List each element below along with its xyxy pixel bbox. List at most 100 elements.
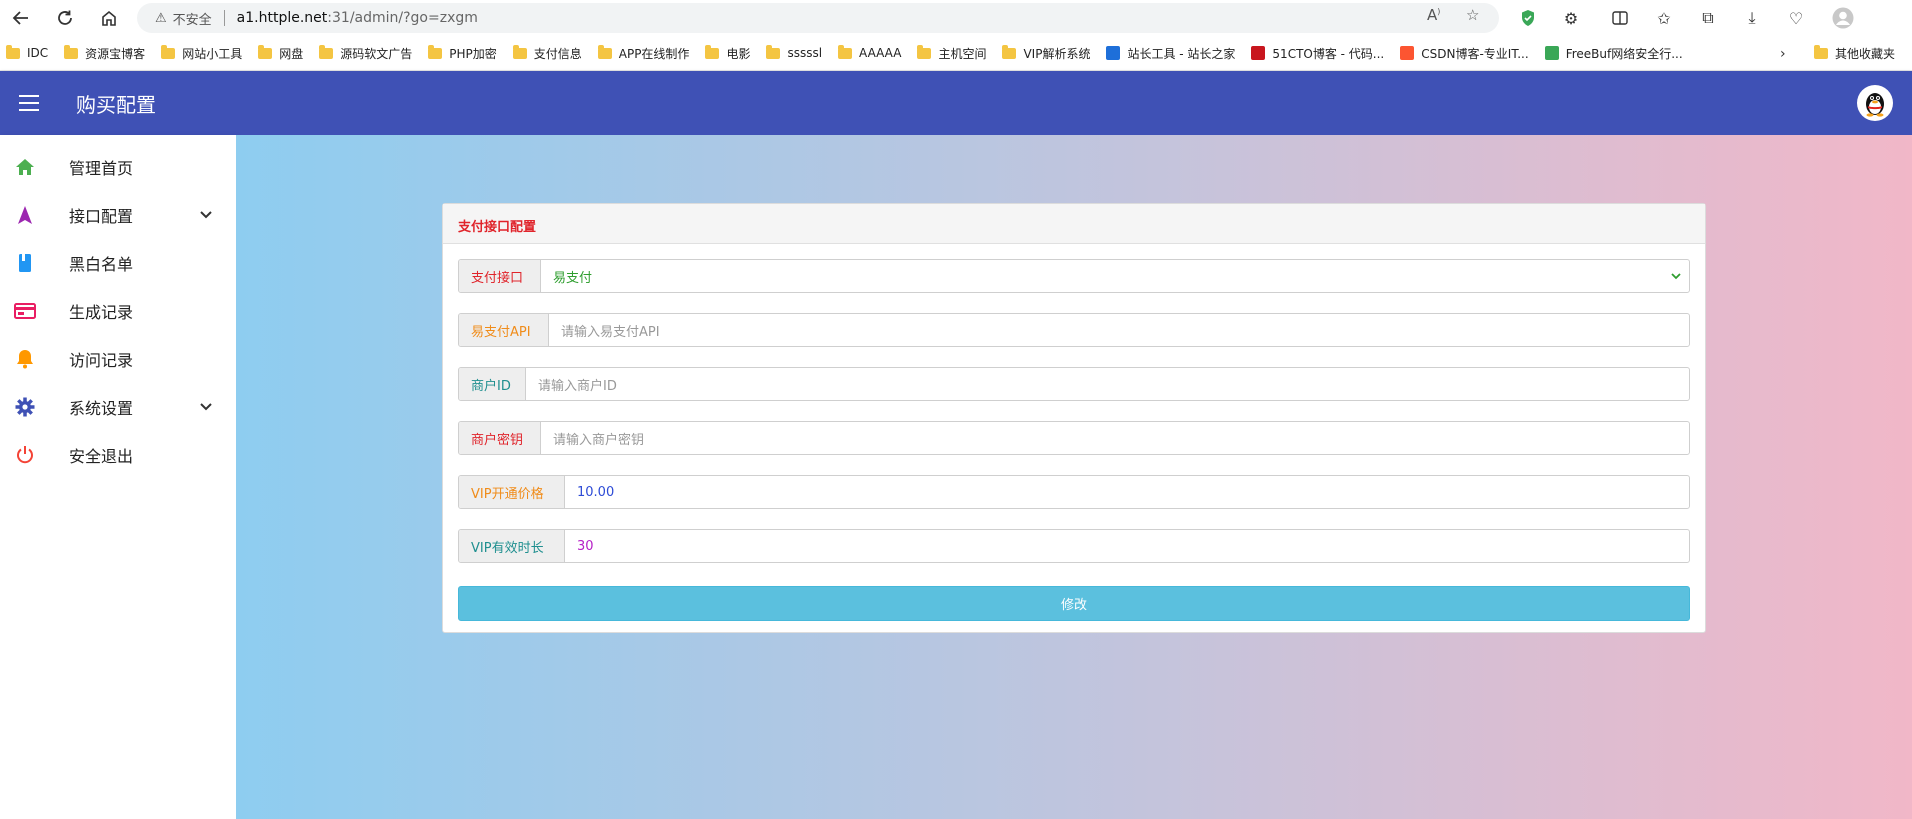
sidebar-item-logout[interactable]: 安全退出 xyxy=(0,431,236,479)
payment-interface-select[interactable]: 易支付 xyxy=(541,260,1689,292)
sidebar-item-generation-log[interactable]: 生成记录 xyxy=(0,287,236,335)
bookmark-label: 主机空间 xyxy=(938,46,987,61)
bookmark-item[interactable]: 源码软文广告 xyxy=(319,44,413,62)
split-screen-icon[interactable] xyxy=(1607,5,1633,31)
site-favicon-icon xyxy=(1106,46,1121,60)
epay-api-label: 易支付API xyxy=(459,314,549,346)
chevron-down-icon xyxy=(1671,270,1681,283)
merchant-key-label: 商户密钥 xyxy=(459,422,541,454)
sidebar-item-home[interactable]: 管理首页 xyxy=(0,143,236,191)
url-host: a1.httple.net xyxy=(236,10,328,26)
folder-icon xyxy=(319,44,334,59)
profile-icon[interactable] xyxy=(1830,5,1856,31)
vip-duration-row: VIP有效时长 30 xyxy=(458,529,1690,563)
browser-toolbar: ⚠ 不安全 a1.httple.net:31/admin/?go=zxgm A)… xyxy=(0,0,1912,36)
bookmark-item[interactable]: VIP解析系统 xyxy=(1002,44,1091,62)
bookmark-label: 网站小工具 xyxy=(182,46,243,61)
home-browser-icon[interactable] xyxy=(95,4,123,32)
bookmark-item[interactable]: 站长工具 - 站长之家 xyxy=(1106,45,1235,62)
extensions-icon[interactable]: ⚙ xyxy=(1558,5,1584,31)
bookmark-item[interactable]: PHP加密 xyxy=(428,44,497,62)
favorites-icon[interactable]: ✩ xyxy=(1651,5,1677,31)
folder-icon xyxy=(838,44,853,59)
bookmark-item[interactable]: 网盘 xyxy=(258,44,303,62)
bookmark-item[interactable]: APP在线制作 xyxy=(597,44,689,62)
sidebar-item-label: 黑白名单 xyxy=(69,255,134,274)
merchant-id-input[interactable]: 请输入商户ID xyxy=(526,368,1689,400)
home-icon xyxy=(14,156,36,178)
bookmark-label: IDC xyxy=(27,46,49,60)
bookmark-other-label: 其他收藏夹 xyxy=(1835,47,1896,61)
bookmark-label: 资源宝博客 xyxy=(85,46,146,61)
page-title: 购买配置 xyxy=(76,93,156,117)
bookmark-item[interactable]: 支付信息 xyxy=(512,44,582,62)
address-bar[interactable]: ⚠ 不安全 a1.httple.net:31/admin/?go=zxgm xyxy=(137,3,1499,33)
bookmark-label: AAAAA xyxy=(859,46,902,60)
reload-icon[interactable] xyxy=(51,4,79,32)
bookmark-other[interactable]: 其他收藏夹 xyxy=(1814,36,1895,71)
book-icon xyxy=(14,252,36,274)
folder-icon xyxy=(6,44,20,59)
epay-api-row: 易支付API 请输入易支付API xyxy=(458,313,1690,347)
navigation-icon xyxy=(14,204,36,226)
bookmark-item[interactable]: IDC xyxy=(6,44,49,60)
folder-icon xyxy=(766,44,781,59)
bookmark-item[interactable]: 51CTO博客 - 代码... xyxy=(1251,45,1384,62)
folder-icon xyxy=(161,44,176,59)
bookmark-item[interactable]: 资源宝博客 xyxy=(64,44,146,62)
site-favicon-icon xyxy=(1251,46,1266,60)
chevron-down-icon[interactable] xyxy=(200,400,212,414)
bookmark-label: CSDN博客-专业IT... xyxy=(1421,46,1529,61)
payment-config-card: 支付接口配置 支付接口 易支付 易支付API 请输入易支付API 商户ID 请输… xyxy=(442,203,1706,633)
bookmark-item[interactable]: 网站小工具 xyxy=(161,44,243,62)
bookmark-item[interactable]: 主机空间 xyxy=(917,44,987,62)
sidebar-item-access-log[interactable]: 访问记录 xyxy=(0,335,236,383)
folder-icon xyxy=(917,44,932,59)
payment-interface-value: 易支付 xyxy=(553,270,593,286)
bookmark-item[interactable]: CSDN博客-专业IT... xyxy=(1400,45,1529,62)
vip-duration-input[interactable]: 30 xyxy=(565,530,1689,562)
payment-interface-label: 支付接口 xyxy=(459,260,541,292)
bookmark-item[interactable]: FreeBuf网络安全行... xyxy=(1544,45,1683,62)
bookmark-item[interactable]: AAAAA xyxy=(838,44,902,60)
chevron-down-icon[interactable] xyxy=(200,208,212,222)
bookmark-label: PHP加密 xyxy=(449,46,497,61)
bookmark-label: 源码软文广告 xyxy=(340,46,413,61)
bookmark-label: VIP解析系统 xyxy=(1023,46,1091,61)
url-path: :31/admin/?go=zxgm xyxy=(327,10,478,26)
downloads-icon[interactable]: ⤓ xyxy=(1739,5,1765,31)
avatar[interactable] xyxy=(1857,85,1893,121)
collections-icon[interactable]: ⧉ xyxy=(1695,5,1721,31)
gear-icon xyxy=(14,396,36,418)
bookmark-label: sssssl xyxy=(787,46,823,60)
menu-icon[interactable] xyxy=(19,95,39,111)
sidebar-item-label: 生成记录 xyxy=(69,303,134,322)
sidebar-item-label: 管理首页 xyxy=(69,159,134,178)
browser-health-icon[interactable]: ♡ xyxy=(1783,5,1809,31)
card-title: 支付接口配置 xyxy=(458,220,537,235)
merchant-key-input[interactable]: 请输入商户密钥 xyxy=(541,422,1689,454)
shield-extension-icon[interactable] xyxy=(1515,5,1541,31)
bookmark-item[interactable]: 电影 xyxy=(705,44,750,62)
submit-button[interactable]: 修改 xyxy=(458,586,1690,621)
sidebar-item-system-settings[interactable]: 系统设置 xyxy=(0,383,236,431)
favorite-star-icon[interactable]: ☆ xyxy=(1466,6,1479,24)
vip-price-input[interactable]: 10.00 xyxy=(565,476,1689,508)
main-content: 支付接口配置 支付接口 易支付 易支付API 请输入易支付API 商户ID 请输… xyxy=(236,135,1912,819)
bookmarks-bar: IDC 资源宝博客 网站小工具 网盘 源码软文广告 PHP加密 支付信息 APP在线制作 电影 s… xyxy=(0,36,1912,71)
folder-icon xyxy=(705,44,720,59)
merchant-key-row: 商户密钥 请输入商户密钥 xyxy=(458,421,1690,455)
sidebar-item-label: 访问记录 xyxy=(69,351,134,370)
sidebar-item-label: 系统设置 xyxy=(69,399,134,418)
back-icon[interactable] xyxy=(7,4,35,32)
app-header: 购买配置 xyxy=(0,71,1912,135)
sidebar-item-blacklist[interactable]: 黑白名单 xyxy=(0,239,236,287)
sidebar-item-interface-config[interactable]: 接口配置 xyxy=(0,191,236,239)
bookmark-item[interactable]: sssssl xyxy=(766,44,823,60)
folder-icon xyxy=(512,44,527,59)
read-aloud-icon[interactable]: A) xyxy=(1427,6,1440,24)
merchant-id-label: 商户ID xyxy=(459,368,526,400)
warning-icon: ⚠ xyxy=(155,10,167,26)
epay-api-input[interactable]: 请输入易支付API xyxy=(549,314,1689,346)
chevron-right-icon[interactable]: › xyxy=(1780,46,1786,62)
